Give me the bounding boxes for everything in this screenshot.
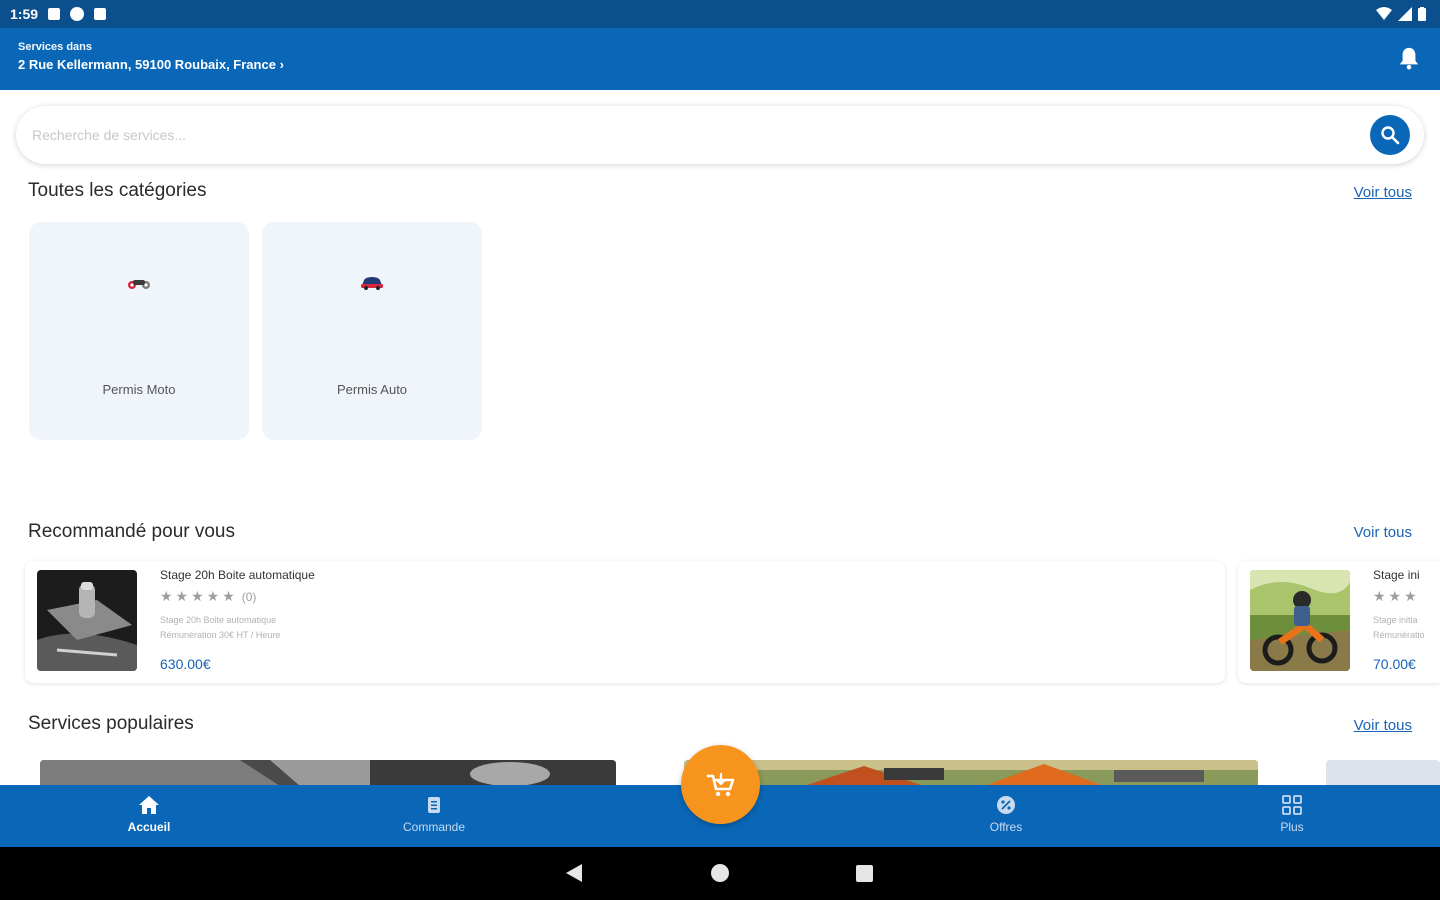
- home-icon: [139, 796, 159, 814]
- status-time: 1:59: [10, 6, 39, 22]
- category-card-moto[interactable]: Permis Moto: [29, 222, 249, 440]
- categories-title: Toutes les catégories: [28, 180, 207, 201]
- back-icon[interactable]: [566, 864, 582, 882]
- signal-icon: [1398, 7, 1412, 21]
- chevron-right-icon: ›: [279, 57, 284, 72]
- cart-icon: [706, 772, 734, 796]
- motorcycle-icon: [128, 280, 150, 289]
- nav-label: Accueil: [127, 820, 171, 834]
- status-bar: 1:59: [0, 0, 1440, 28]
- notification-icon: [48, 8, 61, 20]
- nav-item-commande[interactable]: Commande: [334, 785, 534, 847]
- system-navigation-bar: [0, 847, 1440, 900]
- nav-label: Offres: [989, 820, 1023, 834]
- app-header: Services dans 2 Rue Kellermann, 59100 Ro…: [0, 28, 1440, 90]
- nav-label: Commande: [402, 820, 466, 834]
- clipboard-icon: [428, 797, 440, 813]
- category-label-moto: Permis Moto: [102, 382, 176, 397]
- wifi-icon: [1376, 7, 1392, 20]
- car-icon: [361, 277, 383, 290]
- recommended-see-all-link[interactable]: Voir tous: [1354, 524, 1412, 541]
- nav-item-offres[interactable]: Offres: [906, 785, 1106, 847]
- rating-stars: ★★★★★ (0): [160, 588, 256, 605]
- description-line: Stage initia: [1373, 615, 1418, 625]
- recommended-item-title: Stage ini: [1373, 568, 1420, 582]
- search-icon: [1381, 126, 1400, 145]
- recommended-item-price: 630.00€: [160, 656, 211, 672]
- recommended-item-title: Stage 20h Boite automatique: [160, 568, 315, 582]
- rating-count: (0): [241, 590, 257, 604]
- recommended-item-price: 70.00€: [1373, 656, 1416, 672]
- offer-icon: [997, 796, 1015, 814]
- search-bar: [16, 106, 1424, 164]
- services-label: Services dans: [18, 41, 92, 53]
- stars-icon: ★★★: [1373, 588, 1420, 604]
- description-line: Stage 20h Boite automatique: [160, 615, 277, 625]
- recents-icon[interactable]: [856, 865, 873, 882]
- nav-item-plus[interactable]: Plus: [1192, 785, 1392, 847]
- bell-icon[interactable]: [1398, 46, 1420, 70]
- popular-service-image[interactable]: [1326, 760, 1440, 786]
- recommended-card[interactable]: Stage 20h Boite automatique ★★★★★ (0) Sta…: [25, 561, 1225, 683]
- recommended-card[interactable]: Stage ini ★★★ Stage initia Rémunératio 7…: [1238, 561, 1440, 683]
- battery-icon: [1418, 7, 1426, 21]
- search-button[interactable]: [1370, 115, 1410, 155]
- cart-fab-button[interactable]: [681, 745, 760, 824]
- motocross-image: [1250, 570, 1350, 671]
- popular-service-image[interactable]: [684, 760, 1258, 786]
- address-selector[interactable]: 2 Rue Kellermann, 59100 Roubaix, France …: [18, 57, 1422, 72]
- description-line: Rémunératio: [1373, 630, 1425, 640]
- search-input[interactable]: [32, 120, 1332, 150]
- recommended-title: Recommandé pour vous: [28, 521, 235, 542]
- popular-title: Services populaires: [28, 713, 194, 734]
- rating-stars: ★★★: [1373, 588, 1420, 605]
- nav-item-accueil[interactable]: Accueil: [49, 785, 249, 847]
- address-text: 2 Rue Kellermann, 59100 Roubaix, France: [18, 57, 276, 72]
- recommended-item-description: Stage initia Rémunératio: [1373, 613, 1425, 643]
- popular-see-all-link[interactable]: Voir tous: [1354, 717, 1412, 734]
- recommended-item-description: Stage 20h Boite automatique Rémunération…: [160, 613, 280, 643]
- category-label-auto: Permis Auto: [336, 382, 408, 397]
- categories-see-all-link[interactable]: Voir tous: [1354, 184, 1412, 201]
- stars-icon: ★★★★★: [160, 588, 238, 604]
- nav-label: Plus: [1280, 820, 1304, 834]
- gear-shift-image: [37, 570, 137, 671]
- popular-service-image[interactable]: [40, 760, 616, 786]
- app-notification-icon: [70, 7, 85, 21]
- category-card-auto[interactable]: Permis Auto: [262, 222, 482, 440]
- home-button-icon[interactable]: [711, 864, 729, 882]
- grid-icon: [1282, 795, 1302, 815]
- description-line: Rémunération 30€ HT / Heure: [160, 630, 281, 640]
- sd-card-icon: [94, 8, 107, 20]
